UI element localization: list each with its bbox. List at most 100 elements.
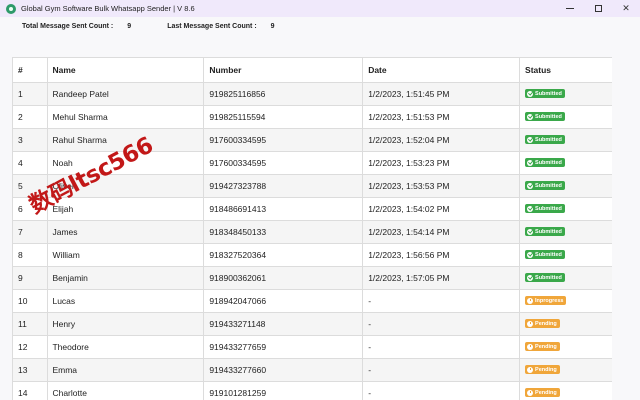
- title-bar: Global Gym Software Bulk Whatsapp Sender…: [0, 0, 640, 17]
- status-label: Submitted: [535, 228, 562, 235]
- check-circle-icon: [527, 251, 534, 258]
- row-index: 1: [13, 82, 49, 106]
- row-date: 1/2/2023, 1:51:53 PM: [362, 105, 521, 129]
- clock-icon: [527, 343, 534, 350]
- maximize-button[interactable]: [584, 0, 612, 17]
- status-badge: Submitted: [525, 158, 565, 167]
- close-button[interactable]: ✕: [612, 0, 640, 17]
- table-row: 8 William 918327520364 1/2/2023, 1:56:56 PM…: [13, 243, 612, 267]
- row-number: 919825115594: [203, 105, 364, 129]
- row-status: Pending: [519, 312, 612, 336]
- row-date: -: [362, 381, 521, 400]
- row-date: 1/2/2023, 1:51:45 PM: [362, 82, 521, 106]
- row-name: Theodore: [47, 335, 205, 359]
- status-label: Submitted: [535, 159, 562, 166]
- row-index: 8: [13, 243, 49, 267]
- row-index: 14: [13, 381, 49, 400]
- status-label: Pending: [535, 343, 557, 350]
- row-date: 1/2/2023, 1:52:04 PM: [362, 128, 521, 152]
- status-badge: Submitted: [525, 250, 565, 259]
- clock-icon: [527, 297, 534, 304]
- status-badge: Submitted: [525, 181, 565, 190]
- row-number: 918900362061: [203, 266, 364, 290]
- row-status: Pending: [519, 335, 612, 359]
- window-title: Global Gym Software Bulk Whatsapp Sender…: [21, 4, 195, 13]
- row-status: Pending: [519, 358, 612, 382]
- row-number: 919433271148: [203, 312, 364, 336]
- row-number: 918486691413: [203, 197, 364, 221]
- row-number: 919825116856: [203, 82, 364, 106]
- check-circle-icon: [527, 182, 534, 189]
- check-circle-icon: [527, 205, 534, 212]
- row-date: -: [362, 289, 521, 313]
- check-circle-icon: [527, 159, 534, 166]
- status-label: Submitted: [535, 251, 562, 258]
- row-name: Lucas: [47, 289, 205, 313]
- row-status: Submitted: [519, 197, 612, 221]
- messages-table-container[interactable]: # Name Number Date Status 1 Randeep Patel…: [12, 57, 612, 400]
- row-status: Submitted: [519, 174, 612, 198]
- check-circle-icon: [527, 90, 534, 97]
- row-number: 918942047066: [203, 289, 364, 313]
- table-row: 1 Randeep Patel 919825116856 1/2/2023, 1:51…: [13, 82, 612, 106]
- status-badge: Inprogress: [525, 296, 567, 305]
- row-date: 1/2/2023, 1:53:23 PM: [362, 151, 521, 175]
- status-label: Pending: [535, 366, 557, 373]
- row-name: James: [47, 220, 205, 244]
- table-row: 13 Emma 919433277660- Pending: [13, 358, 612, 382]
- row-index: 2: [13, 105, 49, 129]
- table-row: 7 James 918348450133 1/2/2023, 1:54:14 PM Su…: [13, 220, 612, 244]
- header-number: Number: [203, 58, 364, 83]
- row-name: Randeep Patel: [47, 82, 205, 106]
- row-date: -: [362, 358, 521, 382]
- table-row: 12 Theodore 919433277659- Pending: [13, 335, 612, 359]
- row-status: Inprogress: [519, 289, 612, 313]
- row-status: Submitted: [519, 105, 612, 129]
- row-name: Mehul Sharma: [47, 105, 205, 129]
- row-index: 9: [13, 266, 49, 290]
- row-status: Submitted: [519, 243, 612, 267]
- row-status: Submitted: [519, 266, 612, 290]
- header-index: #: [13, 58, 49, 83]
- check-circle-icon: [527, 228, 534, 235]
- row-index: 11: [13, 312, 49, 336]
- table-row: 2 Mehul Sharma 919825115594 1/2/2023, 1:51:…: [13, 105, 612, 129]
- row-number: 919101281259: [203, 381, 364, 400]
- row-index: 3: [13, 128, 49, 152]
- clock-icon: [527, 389, 534, 396]
- minimize-icon: [566, 8, 574, 9]
- status-label: Submitted: [535, 90, 562, 97]
- header-date: Date: [362, 58, 521, 83]
- total-sent-value: 9: [127, 23, 132, 30]
- row-index: 13: [13, 358, 49, 382]
- header-name: Name: [47, 58, 205, 83]
- status-label: Pending: [535, 389, 557, 396]
- row-name: Henry: [47, 312, 205, 336]
- minimize-button[interactable]: [556, 0, 584, 17]
- row-number: 917600334595: [203, 151, 364, 175]
- table-header-row: # Name Number Date Status: [13, 58, 612, 83]
- status-label: Submitted: [535, 274, 562, 281]
- table-row: 14 Charlotte 919101281259- Pending: [13, 381, 612, 400]
- row-index: 10: [13, 289, 49, 313]
- status-label: Inprogress: [535, 297, 564, 304]
- row-name: Benjamin: [47, 266, 205, 290]
- header-status: Status: [519, 58, 612, 83]
- check-circle-icon: [527, 136, 534, 143]
- maximize-icon: [594, 5, 602, 12]
- row-number: 917600334595: [203, 128, 364, 152]
- message-counts: Total Message Sent Count : 9 Last Messag…: [22, 23, 311, 30]
- row-status: Submitted: [519, 151, 612, 175]
- row-date: 1/2/2023, 1:54:14 PM: [362, 220, 521, 244]
- status-label: Submitted: [535, 113, 562, 120]
- status-badge: Submitted: [525, 227, 565, 236]
- table-row: 10 Lucas 918942047066- Inprogress: [13, 289, 612, 313]
- row-status: Submitted: [519, 128, 612, 152]
- clock-icon: [527, 320, 534, 327]
- status-badge: Submitted: [525, 273, 565, 282]
- table-row: 11 Henry 919433271148- Pending: [13, 312, 612, 336]
- row-date: 1/2/2023, 1:57:05 PM: [362, 266, 521, 290]
- row-date: 1/2/2023, 1:54:02 PM: [362, 197, 521, 221]
- messages-table: # Name Number Date Status 1 Randeep Patel…: [13, 58, 612, 400]
- table-row: 6 Elijah 918486691413 1/2/2023, 1:54:02 PM S…: [13, 197, 612, 221]
